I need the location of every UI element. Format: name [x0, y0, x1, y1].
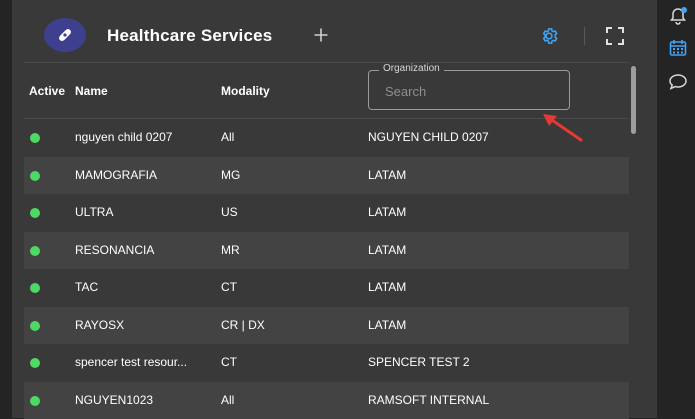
- fullscreen-icon: [605, 26, 625, 46]
- row-organization: LATAM: [368, 168, 406, 182]
- row-name: ULTRA: [75, 205, 215, 219]
- active-status-dot: [30, 321, 40, 331]
- add-healthcare-service-button[interactable]: [310, 24, 332, 46]
- header-divider-line: [24, 62, 629, 63]
- gear-icon: [539, 26, 559, 46]
- row-modality: All: [221, 393, 234, 407]
- row-organization: RAMSOFT INTERNAL: [368, 393, 489, 407]
- table-row[interactable]: RAYOSX CR | DX LATAM: [24, 307, 629, 345]
- active-status-dot: [30, 358, 40, 368]
- row-name: spencer test resour...: [75, 355, 215, 369]
- row-organization: LATAM: [368, 243, 406, 257]
- row-organization: LATAM: [368, 318, 406, 332]
- row-organization: SPENCER TEST 2: [368, 355, 470, 369]
- table-row[interactable]: ULTRA US LATAM: [24, 194, 629, 232]
- column-header-name[interactable]: Name: [75, 84, 108, 98]
- row-modality: All: [221, 130, 234, 144]
- row-organization: NGUYEN CHILD 0207: [368, 130, 489, 144]
- bell-icon: [668, 6, 688, 26]
- active-status-dot: [30, 246, 40, 256]
- column-header-modality[interactable]: Modality: [221, 84, 270, 98]
- scrollbar-thumb[interactable]: [631, 66, 636, 134]
- row-name: RAYOSX: [75, 318, 215, 332]
- chat-icon: [668, 72, 688, 92]
- row-organization: LATAM: [368, 205, 406, 219]
- fullscreen-button[interactable]: [604, 25, 626, 47]
- active-status-dot: [30, 283, 40, 293]
- active-status-dot: [30, 396, 40, 406]
- header-divider: [584, 27, 585, 45]
- table-row[interactable]: TAC CT LATAM: [24, 269, 629, 307]
- settings-button[interactable]: [538, 25, 560, 47]
- annotation-arrow-icon: [537, 110, 587, 146]
- organization-filter-field[interactable]: Organization: [368, 70, 570, 110]
- row-modality: MG: [221, 168, 240, 182]
- row-modality: US: [221, 205, 238, 219]
- table-scrollbar[interactable]: [629, 62, 639, 418]
- table-row[interactable]: MAMOGRAFIA MG LATAM: [24, 157, 629, 195]
- row-modality: CR | DX: [221, 318, 265, 332]
- chat-button[interactable]: [666, 70, 690, 94]
- row-name: TAC: [75, 280, 215, 294]
- active-status-dot: [30, 171, 40, 181]
- notifications-button[interactable]: [666, 4, 690, 28]
- notification-badge: [681, 7, 687, 13]
- active-status-dot: [30, 133, 40, 143]
- active-status-dot: [30, 208, 40, 218]
- organization-filter-label: Organization: [379, 63, 444, 74]
- row-name: nguyen child 0207: [75, 130, 215, 144]
- row-name: RESONANCIA: [75, 243, 215, 257]
- healthcare-logo-icon: [44, 18, 86, 52]
- healthcare-services-table-body: nguyen child 0207 All NGUYEN CHILD 0207 …: [24, 119, 629, 419]
- calendar-button[interactable]: [666, 36, 690, 60]
- organization-search-input[interactable]: [383, 81, 557, 101]
- row-modality: CT: [221, 280, 237, 294]
- plus-icon: [313, 27, 329, 43]
- row-organization: LATAM: [368, 280, 406, 294]
- healthcare-services-panel: Healthcare Services Active Name Modality…: [12, 0, 657, 418]
- row-modality: CT: [221, 355, 237, 369]
- table-row[interactable]: RESONANCIA MR LATAM: [24, 232, 629, 270]
- panel-title: Healthcare Services: [107, 26, 272, 46]
- row-modality: MR: [221, 243, 240, 257]
- table-row[interactable]: spencer test resour... CT SPENCER TEST 2: [24, 344, 629, 382]
- column-header-active[interactable]: Active: [29, 84, 65, 98]
- table-row[interactable]: NGUYEN1023 All RAMSOFT INTERNAL: [24, 382, 629, 419]
- row-name: MAMOGRAFIA: [75, 168, 215, 182]
- calendar-icon: [668, 38, 688, 58]
- row-name: NGUYEN1023: [75, 393, 215, 407]
